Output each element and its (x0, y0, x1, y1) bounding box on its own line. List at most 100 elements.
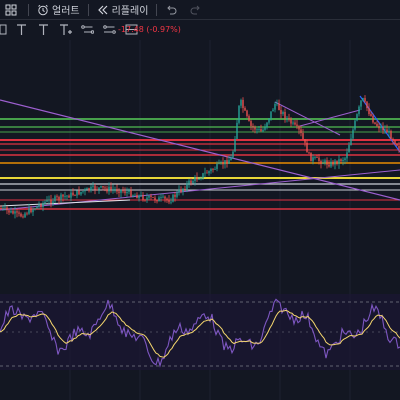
candle-body (138, 195, 140, 199)
candle-body (18, 212, 20, 214)
candle-body (310, 152, 312, 162)
price-chart[interactable] (0, 40, 400, 400)
candle-body (54, 196, 56, 202)
candle-body (198, 179, 200, 180)
candle-body (386, 129, 388, 133)
text-t-plus-tool[interactable] (54, 21, 76, 39)
candle-body (108, 186, 110, 192)
toolbar-divider (87, 3, 89, 16)
candle-body (328, 164, 330, 167)
candle-body (126, 191, 128, 194)
candle-body (0, 208, 2, 209)
text-icon (15, 21, 28, 40)
candle-body (86, 188, 88, 190)
layout-button[interactable] (0, 0, 25, 20)
candle-body (106, 188, 108, 192)
candle-body (68, 195, 70, 198)
candle-body (152, 196, 154, 198)
price-range-tool[interactable] (98, 21, 120, 39)
candle-body (38, 204, 40, 207)
candle-body (58, 196, 60, 200)
candle-body (162, 196, 164, 198)
candle-body (278, 103, 280, 111)
candle-body (94, 185, 96, 190)
candle-body (36, 206, 38, 209)
candle-body (352, 129, 354, 139)
candle-body (64, 196, 66, 197)
candle-body (32, 209, 34, 213)
candle-body (136, 194, 138, 199)
replay-button[interactable]: 리플레이 (92, 0, 154, 20)
candle-body (164, 196, 166, 199)
candle-body (186, 183, 188, 190)
candle-body (234, 138, 236, 152)
candle-body (42, 203, 44, 207)
candle-body (182, 188, 184, 192)
candle-body (144, 199, 146, 201)
candle-body (290, 118, 292, 124)
candle-body (60, 194, 62, 200)
candle-body (202, 173, 204, 179)
candle-body (88, 188, 90, 191)
candle-body (122, 189, 124, 192)
top-toolbar: 얼러트 리플레이 (0, 0, 400, 20)
candle-body (248, 116, 250, 122)
chart-app: 얼러트 리플레이 -17.48 (-0.97%) (0, 0, 400, 400)
rewind-icon (97, 4, 109, 16)
candle-body (40, 204, 42, 207)
candle-body (320, 161, 322, 164)
candle-body (76, 190, 78, 196)
candle-body (344, 158, 346, 161)
candle-body (396, 143, 398, 146)
candle-body (194, 177, 196, 181)
candle-body (206, 172, 208, 174)
candle-body (216, 163, 218, 169)
candle-body (160, 197, 162, 198)
candle-body (272, 109, 274, 112)
candle-body (262, 129, 264, 132)
undo-icon (165, 4, 177, 16)
candle-body (340, 159, 342, 162)
candle-body (332, 161, 334, 165)
candle-body (228, 160, 230, 164)
text-t-tool[interactable] (32, 21, 54, 39)
alarm-clock-icon (37, 4, 49, 16)
candle-body (170, 201, 172, 203)
candle-body (306, 142, 308, 153)
undo-button[interactable] (160, 0, 185, 20)
arrow-marker-tool[interactable] (76, 21, 98, 39)
candle-body (350, 138, 352, 146)
toolbar-divider (156, 3, 158, 16)
candle-body (176, 192, 178, 197)
candle-body (154, 197, 156, 201)
candle-body (258, 129, 260, 130)
candle-body (240, 99, 242, 106)
candle-body (188, 180, 190, 184)
candle-body (392, 138, 394, 141)
candle-body (356, 114, 358, 121)
candle-body (30, 208, 32, 213)
candle-body (398, 145, 400, 149)
trend-line-tool[interactable] (0, 21, 10, 39)
candle-body (14, 211, 16, 214)
alert-button[interactable]: 얼러트 (32, 0, 85, 20)
candle-body (224, 160, 226, 165)
candle-body (128, 190, 130, 192)
price-range-icon (102, 21, 116, 40)
candle-body (250, 121, 252, 126)
candle-body (364, 98, 366, 102)
redo-button[interactable] (185, 0, 210, 20)
candle-body (134, 194, 136, 196)
candle-body (82, 191, 84, 193)
candle-body (62, 194, 64, 197)
chart-area[interactable] (0, 40, 400, 400)
text-tool[interactable] (10, 21, 32, 39)
candle-body (120, 189, 122, 193)
grid-icon (5, 4, 17, 16)
candle-body (348, 145, 350, 153)
candle-body (20, 213, 22, 217)
candle-body (24, 213, 26, 218)
candle-body (196, 177, 198, 180)
candle-body (230, 157, 232, 161)
candle-body (168, 199, 170, 203)
